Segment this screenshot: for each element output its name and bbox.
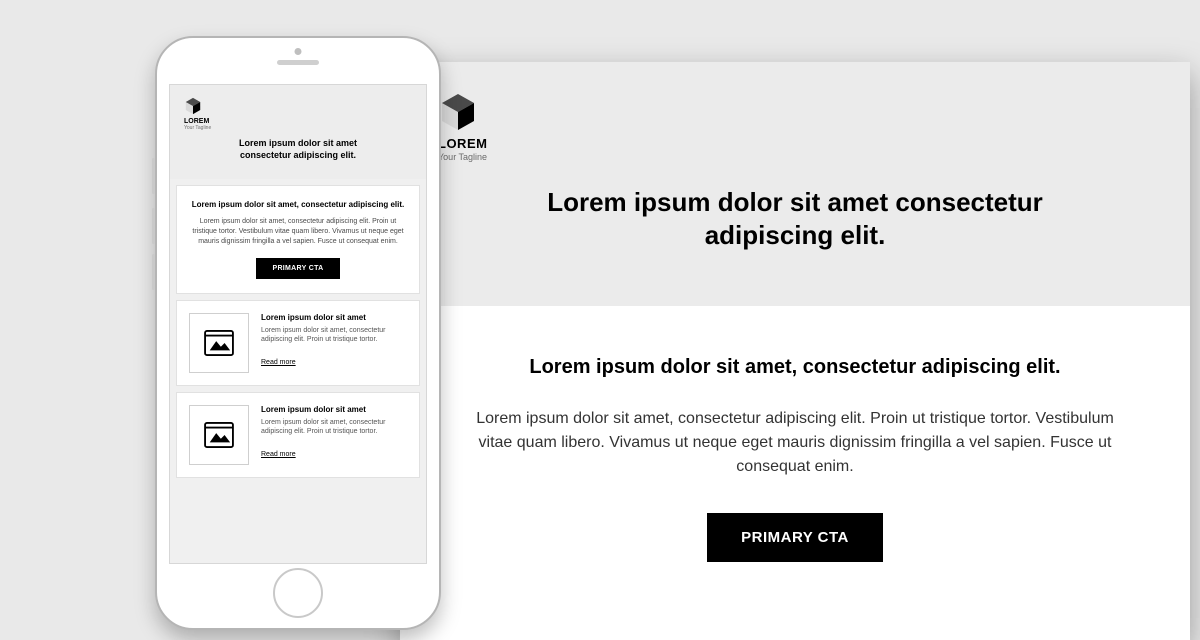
content-card: Lorem ipsum dolor sit amet Lorem ipsum d… <box>176 392 420 478</box>
mobile-hero-section: LOREM Your Tagline Lorem ipsum dolor sit… <box>170 85 426 179</box>
image-placeholder-icon <box>189 405 249 465</box>
card-title: Lorem ipsum dolor sit amet <box>261 313 407 322</box>
mobile-hero-headline: Lorem ipsum dolor sit amet consectetur a… <box>213 137 383 161</box>
brand-tagline: Your Tagline <box>438 152 487 162</box>
phone-camera-icon <box>295 48 302 55</box>
hero-headline: Lorem ipsum dolor sit amet consectetur a… <box>535 186 1055 251</box>
intro-paragraph: Lorem ipsum dolor sit amet, consectetur … <box>470 407 1120 479</box>
brand-block: LOREM Your Tagline <box>438 92 520 162</box>
card-body: Lorem ipsum dolor sit amet, consectetur … <box>261 418 407 437</box>
phone-home-button[interactable] <box>273 568 323 618</box>
hero-section: LOREM Your Tagline Lorem ipsum dolor sit… <box>400 62 1190 306</box>
card-body: Lorem ipsum dolor sit amet, consectetur … <box>261 326 407 345</box>
content-card: Lorem ipsum dolor sit amet Lorem ipsum d… <box>176 300 420 386</box>
intro-section: Lorem ipsum dolor sit amet, consectetur … <box>400 306 1190 602</box>
phone-speaker-icon <box>277 60 319 65</box>
mobile-intro-subheading: Lorem ipsum dolor sit amet, consectetur … <box>189 200 407 209</box>
primary-cta-button[interactable]: PRIMARY CTA <box>707 513 883 562</box>
card-title: Lorem ipsum dolor sit amet <box>261 405 407 414</box>
brand-name: LOREM <box>438 136 487 151</box>
brand-name: LOREM <box>184 118 240 125</box>
desktop-preview: LOREM Your Tagline Lorem ipsum dolor sit… <box>400 62 1190 640</box>
logo-cube-icon <box>438 92 478 132</box>
read-more-link[interactable]: Read more <box>261 359 296 366</box>
intro-subheading: Lorem ipsum dolor sit amet, consectetur … <box>470 356 1120 379</box>
phone-frame: LOREM Your Tagline Lorem ipsum dolor sit… <box>155 36 441 630</box>
mobile-brand-block: LOREM Your Tagline <box>184 97 240 131</box>
read-more-link[interactable]: Read more <box>261 451 296 458</box>
phone-screen: LOREM Your Tagline Lorem ipsum dolor sit… <box>169 84 427 564</box>
image-placeholder-icon <box>189 313 249 373</box>
mobile-intro-paragraph: Lorem ipsum dolor sit amet, consectetur … <box>189 217 407 246</box>
mobile-intro-section: Lorem ipsum dolor sit amet, consectetur … <box>176 185 420 293</box>
mobile-primary-cta-button[interactable]: PRIMARY CTA <box>256 258 339 279</box>
logo-cube-icon <box>184 97 202 115</box>
brand-tagline: Your Tagline <box>184 125 240 131</box>
